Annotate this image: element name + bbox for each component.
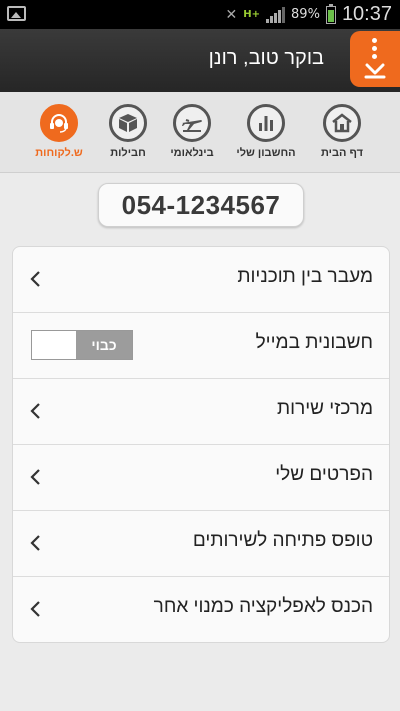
nav-label: החשבון שלי <box>236 147 296 159</box>
status-bar: ✕ H+ 89% 10:37 <box>0 0 400 29</box>
list-item-label: מרכזי שירות <box>277 398 373 419</box>
list-item-service-centers[interactable]: מרכזי שירות <box>13 378 389 444</box>
list-item-label: טופס פתיחה לשירותים <box>192 530 373 551</box>
box-icon <box>119 114 137 132</box>
greeting: בוקר טוב, רונן <box>208 47 324 69</box>
phone-number: 054-1234567 <box>98 183 304 227</box>
nav-packages[interactable]: חבילות <box>93 104 163 159</box>
list-item-switch-plans[interactable]: מעבר בין תוכניות <box>13 247 389 312</box>
vibrate-off-icon: ✕ <box>225 6 238 23</box>
toggle-state-label: כבוי <box>76 331 132 359</box>
chevron-left-icon <box>30 271 40 287</box>
nav-label: חבילות <box>110 147 146 159</box>
nav-my-account[interactable]: החשבון שלי <box>231 104 301 159</box>
download-arrow-icon <box>364 63 386 79</box>
menu-button[interactable] <box>350 31 400 87</box>
chevron-left-icon <box>30 403 40 419</box>
chevron-left-icon <box>30 469 40 485</box>
list-item-label: הפרטים שלי <box>275 464 373 485</box>
main-nav: ש.לקוחות חבילות בינלאומי החשבון שלי דף ה… <box>0 92 400 173</box>
list-item-email-invoice: כבוי חשבונית במייל <box>13 312 389 378</box>
app-header: בוקר טוב, רונן <box>0 29 400 92</box>
settings-list: מעבר בין תוכניות כבוי חשבונית במייל מרכז… <box>12 246 390 643</box>
nav-label: דף הבית <box>320 147 364 159</box>
headset-icon <box>50 114 68 133</box>
battery-percent: 89% <box>291 7 320 22</box>
nav-international[interactable]: בינלאומי <box>157 104 227 159</box>
clock: 10:37 <box>341 3 392 25</box>
list-item-label: חשבונית במייל <box>255 332 373 353</box>
airplane-icon <box>182 119 202 132</box>
list-item-label: הכנס לאפליקציה כמנוי אחר <box>153 596 373 617</box>
nav-home[interactable]: דף הבית <box>307 104 377 159</box>
chevron-left-icon <box>30 535 40 551</box>
list-item-my-details[interactable]: הפרטים שלי <box>13 444 389 510</box>
gallery-notification-icon <box>7 6 26 21</box>
home-icon <box>332 113 352 133</box>
email-invoice-toggle[interactable]: כבוי <box>31 330 133 360</box>
network-type: H+ <box>243 8 261 20</box>
signal-icon <box>266 6 286 23</box>
nav-label: ש.לקוחות <box>35 147 83 159</box>
list-item-switch-subscriber[interactable]: הכנס לאפליקציה כמנוי אחר <box>13 576 389 642</box>
list-item-service-form[interactable]: טופס פתיחה לשירותים <box>13 510 389 576</box>
chevron-left-icon <box>30 601 40 617</box>
battery-icon <box>325 3 336 24</box>
list-item-label: מעבר בין תוכניות <box>237 266 373 287</box>
bar-chart-icon <box>259 116 273 131</box>
menu-dots-icon <box>372 38 378 62</box>
nav-label: בינלאומי <box>170 147 214 159</box>
nav-customer-service[interactable]: ש.לקוחות <box>24 104 94 159</box>
